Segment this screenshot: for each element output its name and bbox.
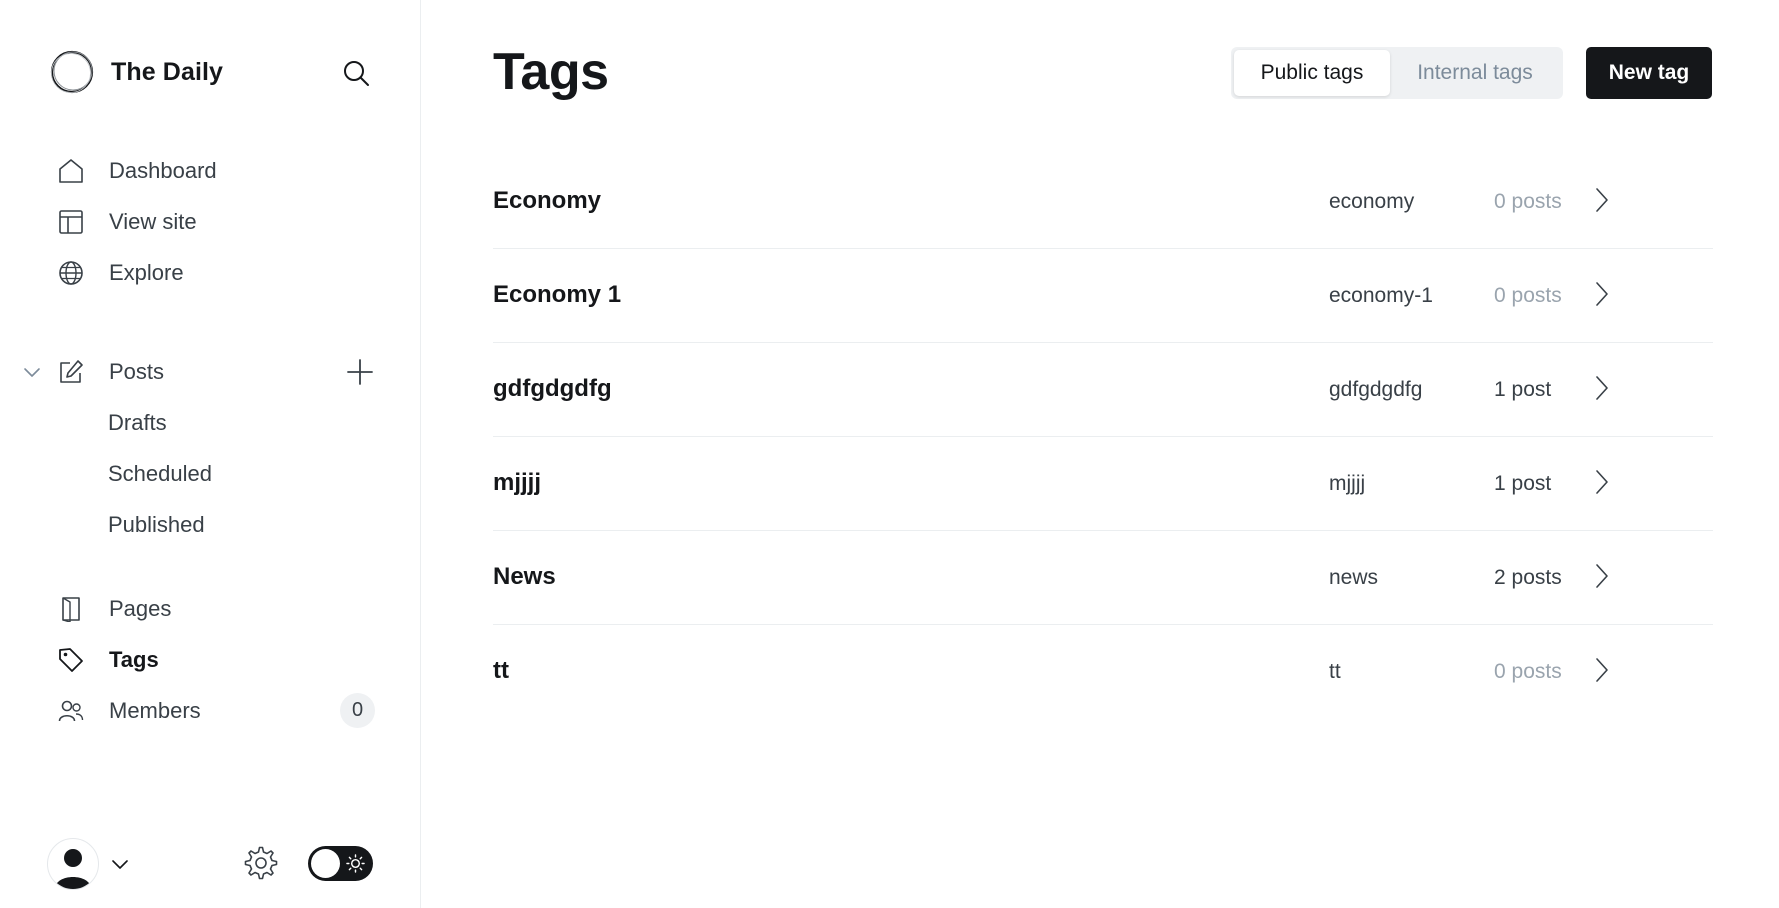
- tag-slug: economy: [1329, 190, 1415, 213]
- table-row[interactable]: Economy economy 0 posts: [493, 155, 1713, 249]
- page-icon: [57, 595, 85, 623]
- sidebar-item-label: Dashboard: [109, 158, 217, 183]
- sidebar-item-tags[interactable]: Tags: [57, 640, 159, 680]
- tag-name: gdfgdgdfg: [493, 375, 612, 402]
- tag-post-count[interactable]: 0 posts: [1494, 190, 1562, 214]
- app: The Daily Dashboard View site Explore Po…: [0, 0, 1779, 908]
- sidebar-subitem-drafts[interactable]: Drafts: [108, 405, 167, 441]
- members-count-badge: 0: [340, 693, 375, 728]
- tag-name: mjjjj: [493, 469, 542, 496]
- avatar: [47, 838, 99, 890]
- chevron-right-icon: [1596, 376, 1608, 400]
- table-row[interactable]: mjjjj mjjjj 1 post: [493, 437, 1713, 531]
- account-menu[interactable]: [47, 838, 131, 890]
- chevron-right-icon: [1596, 470, 1608, 494]
- sidebar-item-pages[interactable]: Pages: [57, 589, 171, 629]
- chevron-right-icon: [1596, 564, 1608, 588]
- tag-slug: news: [1329, 566, 1379, 589]
- sidebar-item-dashboard[interactable]: Dashboard: [57, 151, 217, 191]
- table-row[interactable]: tt tt 0 posts: [493, 625, 1713, 719]
- members-icon: [57, 697, 85, 725]
- sidebar-item-label: Pages: [109, 596, 172, 621]
- tag-post-count[interactable]: 2 posts: [1494, 566, 1562, 590]
- tag-slug: gdfgdgdfg: [1329, 378, 1423, 401]
- tag-list: Economy economy 0 posts Economy 1 economy-1 0…: [493, 155, 1713, 719]
- tag-icon: [57, 646, 85, 674]
- theme-toggle[interactable]: [308, 846, 373, 881]
- sidebar-item-explore[interactable]: Explore: [57, 253, 184, 293]
- gear-icon[interactable]: [244, 846, 278, 880]
- tag-post-count[interactable]: 0 posts: [1494, 660, 1562, 684]
- sidebar-item-label: Members: [109, 698, 201, 723]
- site-name: The Daily: [111, 57, 224, 86]
- tab-internal-tags[interactable]: Internal tags: [1390, 50, 1560, 96]
- table-row[interactable]: News news 2 posts: [493, 531, 1713, 625]
- globe-icon: [57, 259, 85, 287]
- site-logo-icon: [50, 50, 94, 94]
- chevron-down-icon: [112, 860, 128, 869]
- search-button[interactable]: [340, 57, 372, 89]
- sidebar-item-posts[interactable]: Posts: [57, 352, 164, 392]
- tag-name: Economy: [493, 187, 602, 214]
- sidebar-item-view-site[interactable]: View site: [57, 202, 197, 242]
- layout-icon: [57, 208, 85, 236]
- sidebar-subitem-scheduled[interactable]: Scheduled: [108, 456, 212, 492]
- home-icon: [57, 157, 85, 185]
- tag-name: News: [493, 563, 556, 590]
- edit-icon: [57, 358, 85, 386]
- add-post-button[interactable]: [344, 356, 376, 388]
- tag-name: tt: [493, 657, 509, 684]
- sidebar-item-label: Posts: [109, 359, 165, 384]
- tab-public-tags[interactable]: Public tags: [1234, 50, 1390, 96]
- tag-name: Economy 1: [493, 281, 622, 308]
- sidebar-subitem-published[interactable]: Published: [108, 507, 205, 543]
- sidebar-item-label: Tags: [109, 647, 159, 672]
- tag-slug: tt: [1329, 660, 1341, 683]
- table-row[interactable]: gdfgdgdfg gdfgdgdfg 1 post: [493, 343, 1713, 437]
- tag-post-count[interactable]: 1 post: [1494, 378, 1551, 402]
- new-tag-button[interactable]: New tag: [1586, 47, 1712, 99]
- chevron-right-icon: [1596, 188, 1608, 212]
- chevron-down-icon[interactable]: [22, 361, 42, 383]
- main-content: Tags Public tags Internal tags New tag E…: [421, 0, 1779, 908]
- sun-icon: [346, 854, 365, 873]
- tag-post-count[interactable]: 0 posts: [1494, 284, 1562, 308]
- search-icon: [344, 61, 369, 86]
- plus-icon: [347, 359, 373, 385]
- brand[interactable]: The Daily: [49, 49, 223, 95]
- tag-slug: mjjjj: [1329, 472, 1366, 495]
- tag-post-count[interactable]: 1 post: [1494, 472, 1551, 496]
- sidebar-item-members[interactable]: Members: [57, 691, 201, 731]
- tag-type-switch: Public tags Internal tags: [1231, 47, 1563, 99]
- chevron-right-icon: [1596, 658, 1608, 682]
- sidebar: The Daily Dashboard View site Explore Po…: [0, 0, 421, 908]
- table-row[interactable]: Economy 1 economy-1 0 posts: [493, 249, 1713, 343]
- tag-slug: economy-1: [1329, 284, 1433, 307]
- page-title: Tags: [493, 43, 609, 101]
- sidebar-item-label: View site: [109, 209, 197, 234]
- theme-toggle-knob: [311, 849, 340, 878]
- chevron-right-icon: [1596, 282, 1608, 306]
- sidebar-item-label: Explore: [109, 260, 184, 285]
